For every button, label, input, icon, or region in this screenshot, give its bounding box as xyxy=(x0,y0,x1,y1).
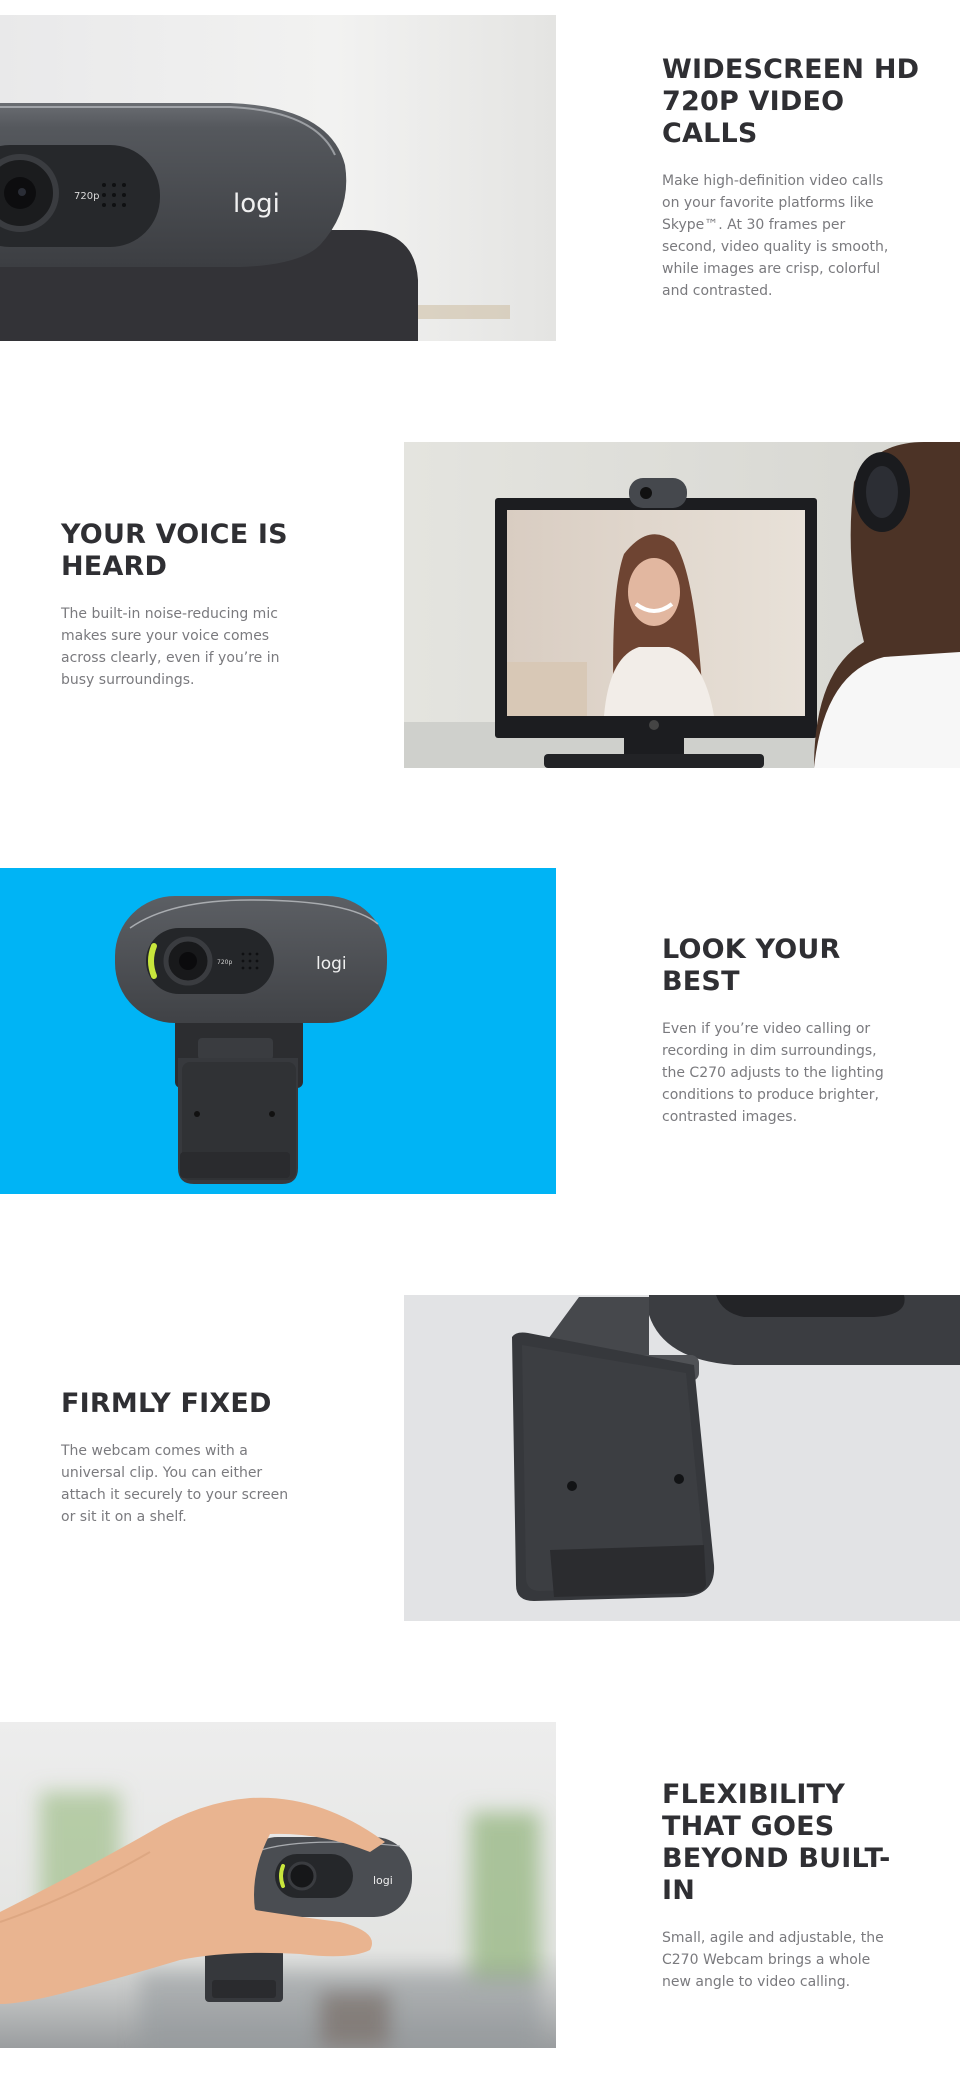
feature-flexibility: Flexibility that goes beyond built-in Sm… xyxy=(662,1779,922,1993)
feature-image-flexibility: logi xyxy=(0,1722,556,2048)
feature-title: Firmly fixed xyxy=(61,1388,272,1419)
feature-voice: Your voice is heard The built-in noise-r… xyxy=(61,519,321,691)
feature-title: Flexibility that goes beyond built-in xyxy=(662,1779,891,1906)
feature-description: Small, agile and adjustable, the C270 We… xyxy=(662,1930,884,1990)
feature-image-lighting: 720p logi xyxy=(0,868,556,1194)
hand-holding-webcam-illustration: logi xyxy=(0,1722,556,2048)
logi-logo: logi xyxy=(373,1874,393,1887)
feature-image-widescreen: 720p logi xyxy=(0,15,556,341)
resolution-label: 720p xyxy=(217,959,232,966)
video-call-scene-illustration xyxy=(404,442,960,768)
feature-clip: Firmly fixed The webcam comes with a uni… xyxy=(61,1388,321,1528)
feature-description: Make high-definition video calls on your… xyxy=(662,173,889,299)
feature-description: The built-in noise-reducing mic makes su… xyxy=(61,606,280,688)
logi-logo: logi xyxy=(233,189,280,219)
feature-image-clip xyxy=(404,1295,960,1621)
feature-description: The webcam comes with a universal clip. … xyxy=(61,1443,289,1525)
logi-logo: logi xyxy=(316,954,347,974)
feature-lighting: Look your best Even if you’re video call… xyxy=(662,934,922,1128)
feature-image-voice xyxy=(404,442,960,768)
feature-title: Your voice is heard xyxy=(61,519,288,582)
feature-title: Look your best xyxy=(662,934,841,997)
webcam-clip-illustration xyxy=(404,1295,960,1621)
feature-widescreen: Widescreen HD 720p video calls Make high… xyxy=(662,54,922,302)
webcam-closeup-illustration: 720p logi xyxy=(0,15,556,341)
resolution-label: 720p xyxy=(74,191,99,202)
feature-title: Widescreen HD 720p video calls xyxy=(662,54,920,149)
feature-description: Even if you’re video calling or recordin… xyxy=(662,1021,884,1125)
webcam-front-illustration: 720p logi xyxy=(0,868,556,1194)
